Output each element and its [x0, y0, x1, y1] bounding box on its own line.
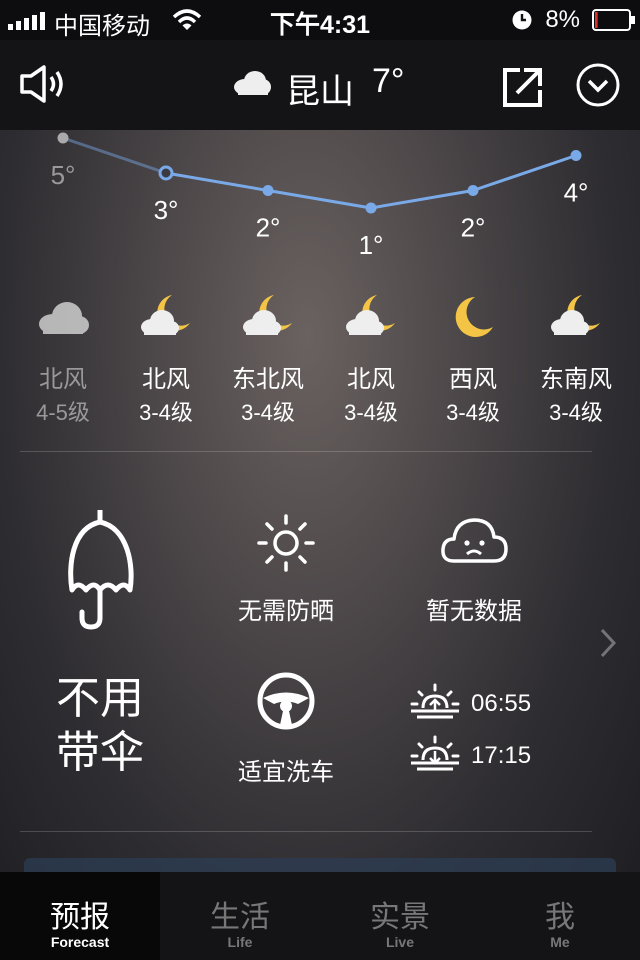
temp-label: 1° [359, 230, 384, 260]
temp-label: 3° [154, 195, 179, 225]
car-wash-label: 适宜洗车 [238, 759, 334, 786]
tab-me-sublabel: Me [550, 934, 570, 950]
sun-icon [257, 514, 315, 572]
sunrise-icon [410, 683, 460, 719]
temp-label: 2° [256, 213, 281, 243]
header-bar: 昆山 7° [0, 40, 640, 130]
current-temp: 7° [372, 62, 405, 100]
tab-life-sublabel: Life [227, 934, 253, 950]
sad-cloud-icon [441, 518, 508, 563]
wind-direction: 东南风 [540, 366, 612, 393]
wind-level: 3-4级 [446, 400, 500, 425]
temp-point [262, 185, 274, 196]
forecast-temperature-chart: 5° 3° 2° 1° 2° 4° [51, 132, 589, 260]
no-data-label: 暂无数据 [426, 598, 522, 625]
sunset-time: 17:15 [471, 742, 532, 769]
sunrise-time: 06:55 [471, 690, 532, 717]
wind-level: 3-4级 [549, 400, 603, 425]
battery-fill [595, 12, 598, 28]
status-bar: 中国移动 下午4:31 8% [0, 0, 640, 40]
wind-direction: 北风 [39, 366, 87, 393]
city-name[interactable]: 昆山 [286, 64, 354, 113]
temp-label: 4° [564, 178, 589, 208]
tab-life[interactable]: 生活 Life [160, 872, 320, 960]
wind-level: 3-4级 [139, 400, 193, 425]
temp-line-segment [370, 189, 474, 210]
wind-level: 4-5级 [36, 400, 90, 425]
tab-forecast-label: 预报 [50, 901, 110, 934]
moon-icon [445, 293, 501, 341]
tab-me-label: 我 [545, 901, 575, 934]
tab-life-label: 生活 [210, 901, 270, 934]
battery-percent: 8% [545, 6, 580, 33]
wind-level: 3-4级 [241, 400, 295, 425]
next-card-edge [24, 858, 616, 872]
chevron-right-icon[interactable] [598, 627, 618, 659]
speaker-icon[interactable] [18, 64, 68, 104]
cloud-icon [234, 71, 271, 95]
wind-direction: 北风 [142, 366, 190, 393]
temp-line-segment [62, 136, 167, 175]
temp-line-segment [472, 154, 577, 192]
cloudy-night-icon [240, 293, 296, 341]
sunscreen-label: 无需防晒 [238, 598, 334, 625]
wind-direction: 东北风 [232, 366, 304, 393]
tab-forecast-sublabel: Forecast [50, 934, 110, 950]
battery-icon [592, 9, 635, 31]
tab-live[interactable]: 实景 Live [320, 872, 480, 960]
divider [20, 451, 592, 452]
tab-live-label: 实景 [370, 901, 430, 934]
steering-wheel-icon [257, 672, 315, 730]
wind-direction: 西风 [449, 366, 497, 393]
temp-line-segment [165, 171, 269, 192]
cloud-icon [35, 298, 91, 346]
tab-live-sublabel: Live [385, 934, 414, 950]
divider [20, 831, 592, 832]
tab-me[interactable]: 我 Me [480, 872, 640, 960]
temp-label: 2° [461, 213, 486, 243]
chevron-down-icon[interactable] [575, 62, 621, 108]
wind-direction: 北风 [347, 366, 395, 393]
umbrella-advice-line2: 带伞 [56, 728, 144, 777]
share-icon[interactable] [500, 64, 546, 110]
umbrella-icon[interactable] [64, 506, 138, 630]
temp-point [365, 202, 377, 214]
umbrella-advice: 不用 带伞 [56, 672, 144, 780]
temp-point [570, 150, 582, 161]
cloudy-night-icon [138, 293, 194, 341]
cloudy-night-icon [343, 293, 399, 341]
umbrella-advice-line1: 不用 [56, 674, 144, 723]
temp-label: 5° [51, 160, 76, 190]
temp-point [57, 132, 69, 144]
temp-point [467, 185, 479, 196]
temp-line-segment [267, 189, 372, 210]
wind-level: 3-4级 [344, 400, 398, 425]
tab-forecast[interactable]: 预报 Forecast [0, 872, 160, 960]
status-time: 下午4:31 [269, 11, 371, 39]
cloudy-night-icon [548, 293, 604, 341]
tab-bar: 预报 Forecast 生活 Life 实景 Live 我 Me [0, 872, 640, 960]
temp-point [158, 165, 174, 181]
alarm-clock-icon [512, 10, 532, 30]
sunset-icon [410, 735, 460, 771]
